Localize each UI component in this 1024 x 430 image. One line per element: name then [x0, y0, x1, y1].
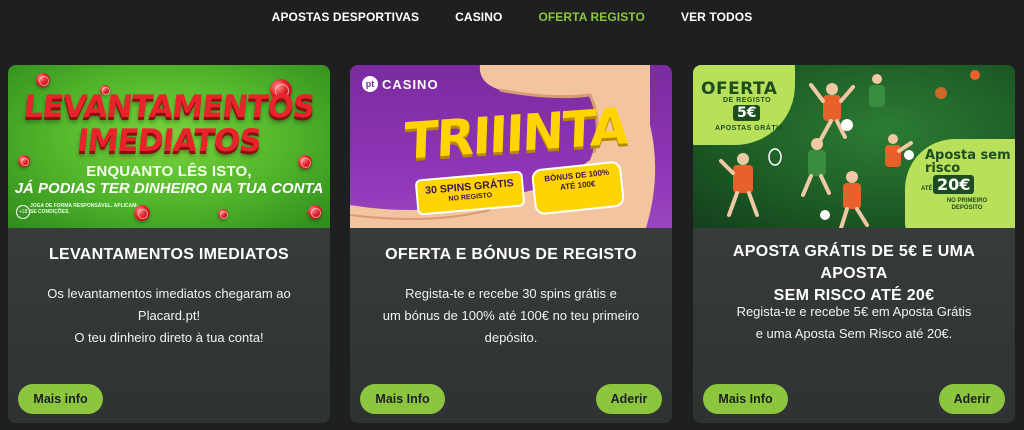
coin-icon [36, 73, 50, 87]
card-description-line: Regista-te e recebe 30 spins grátis e [405, 286, 617, 301]
nav-ver-todos[interactable]: VER TODOS [681, 10, 752, 24]
card-title: APOSTA GRÁTIS DE 5€ E UMA APOSTA SEM RIS… [707, 241, 1001, 307]
card-description-line: Placard.pt! [137, 308, 201, 323]
top-nav: APOSTAS DESPORTIVAS CASINO OFERTA REGIST… [0, 0, 1024, 34]
promo-banner-sports[interactable]: OFERTA DE REGISTO 5€ APOSTAS GRÁTIS Apos… [693, 65, 1015, 228]
promo-card-levantamentos: LEVANTAMENTOS IMEDIATOS ENQUANTO LÊS IST… [8, 65, 330, 423]
ball-icon [970, 70, 980, 80]
more-info-button[interactable]: Mais info [18, 384, 103, 414]
banner-headline-1: LEVANTAMENTOS [21, 89, 317, 125]
card-title-line: APOSTA GRÁTIS DE 5€ E UMA APOSTA [732, 243, 976, 282]
casino-logo: pt CASINO [362, 76, 439, 92]
bonus-pill: BÓNUS DE 100% ATÉ 100€ [530, 160, 626, 216]
banner-subline-1: ENQUANTO LÊS ISTO, [86, 163, 252, 180]
offer-sublabel: DE REGISTO [723, 97, 772, 104]
racket-icon [768, 148, 782, 166]
promo-banner-casino[interactable]: pt CASINO TRIIINTA 30 SPINS GRÁTIS NO RE… [350, 65, 672, 228]
promo-card-sports-offer: OFERTA DE REGISTO 5€ APOSTAS GRÁTIS Apos… [693, 65, 1015, 423]
card-description-line: e uma Aposta Sem Risco até 20€. [755, 326, 953, 341]
offer-caption: APOSTAS GRÁTIS [715, 125, 784, 132]
card-description-line: Os levantamentos imediatos chegaram ao [47, 286, 291, 301]
card-description: Os levantamentos imediatos chegaram ao P… [24, 283, 314, 349]
card-description-line: um bónus de 100% até 100€ no teu primeir… [382, 308, 640, 323]
risk-free-amount: 20€ [933, 175, 975, 194]
risk-free-prefix: ATÉ [921, 186, 933, 192]
banner-legal-text: JOGA DE FORMA RESPONSÁVEL. APLICAM-SE CO… [30, 203, 139, 215]
card-title: LEVANTAMENTOS IMEDIATOS [48, 246, 290, 263]
card-description: Regista-te e recebe 30 spins grátis e um… [366, 283, 656, 349]
age-badge: +18 [16, 205, 30, 219]
nav-casino[interactable]: CASINO [455, 10, 502, 24]
ball-icon [820, 210, 830, 220]
card-description-line: O teu dinheiro direto à tua conta! [74, 330, 264, 345]
coin-icon [218, 209, 228, 219]
promo-card-casino: pt CASINO TRIIINTA 30 SPINS GRÁTIS NO RE… [350, 65, 672, 423]
pt-logo-icon: pt [362, 76, 378, 92]
card-description-line: Regista-te e recebe 5€ em Aposta Grátis [736, 304, 972, 319]
nav-apostas-desportivas[interactable]: APOSTAS DESPORTIVAS [272, 10, 419, 24]
promo-banner-levantamentos[interactable]: LEVANTAMENTOS IMEDIATOS ENQUANTO LÊS IST… [8, 65, 330, 228]
risk-free-caption: NO PRIMEIRO DEPÓSITO [946, 198, 988, 211]
casino-logo-text: CASINO [382, 76, 439, 92]
more-info-button[interactable]: Mais Info [360, 384, 445, 414]
join-button[interactable]: Aderir [596, 384, 662, 414]
card-title: OFERTA E BÓNUS DE REGISTO [385, 246, 637, 263]
more-info-button[interactable]: Mais Info [703, 384, 788, 414]
banner-subline-2: JÁ PODIAS TER DINHEIRO NA TUA CONTA [14, 180, 324, 197]
coin-icon [308, 205, 322, 219]
card-description-line: depósito. [484, 330, 538, 345]
offer-label: OFERTA [701, 79, 778, 99]
risk-free-label: Aposta sem risco [925, 148, 1011, 176]
nav-oferta-registo[interactable]: OFERTA REGISTO [538, 10, 645, 24]
ball-icon [841, 119, 853, 131]
ball-icon [904, 150, 914, 160]
offer-amount: 5€ [733, 105, 761, 121]
join-button[interactable]: Aderir [939, 384, 1005, 414]
banner-headline-2: IMEDIATOS [75, 123, 263, 159]
ball-icon [935, 87, 947, 99]
card-description: Regista-te e recebe 5€ em Aposta Grátis … [709, 301, 999, 345]
